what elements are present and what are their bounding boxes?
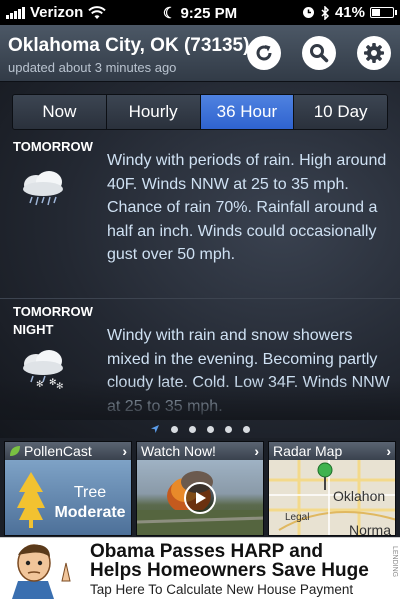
tab-hourly[interactable]: Hourly — [106, 95, 201, 129]
ad-tag: LENDING — [391, 546, 398, 578]
radar-map-preview: Oklahon Norma Legal — [269, 460, 395, 535]
forecast-period-label: TOMORROW — [13, 138, 93, 156]
wifi-icon — [88, 5, 107, 19]
ad-headline-line1: Obama Passes HARP and — [90, 541, 324, 562]
signal-bars-icon — [6, 6, 25, 19]
battery-fill — [372, 9, 381, 16]
tab-10-day[interactable]: 10 Day — [294, 95, 387, 129]
play-icon — [196, 492, 206, 504]
pollencast-card[interactable]: PollenCast › Tree Moderate — [4, 441, 132, 536]
forecast-divider — [0, 298, 400, 299]
status-right: 41% — [302, 4, 397, 21]
clock-time: 9:25 PM — [180, 4, 238, 22]
alarm-icon — [302, 7, 314, 18]
forecast-item-tomorrow: TOMORROW Windy with periods of rain. Hig… — [0, 138, 400, 288]
forecast-tabs: Now Hourly 36 Hour 10 Day — [12, 94, 388, 130]
status-bar: Verizon ☾ 9:25 PM 41% — [0, 0, 400, 25]
carrier-label: Verizon — [30, 4, 84, 21]
period-label-line1: TOMORROW — [13, 304, 93, 319]
period-label-line1: TOMORROW — [13, 139, 93, 154]
watch-now-card[interactable]: Watch Now! › — [136, 441, 264, 536]
pollencast-body: Tree Moderate — [5, 460, 131, 535]
watch-now-title: Watch Now! — [141, 443, 216, 459]
moon-icon: ☾ — [162, 4, 177, 22]
search-icon — [310, 44, 329, 63]
forecast-period-label: TOMORROW NIGHT — [13, 303, 93, 339]
app-header: Oklahoma City, OK (73135) updated about … — [0, 25, 400, 82]
pollencast-title: PollenCast — [24, 443, 92, 459]
page-dot[interactable] — [225, 425, 232, 433]
forecast-description: Windy with periods of rain. High around … — [107, 152, 387, 263]
map-city-label: Oklahon — [333, 488, 386, 504]
leaf-icon — [10, 446, 20, 456]
page-indicator[interactable] — [0, 424, 400, 434]
map-city-label-2: Norma — [349, 522, 392, 535]
location-title[interactable]: Oklahoma City, OK (73135) — [8, 35, 249, 57]
bluetooth-icon — [321, 5, 330, 20]
refresh-button[interactable] — [247, 36, 281, 70]
map-pin-icon — [317, 462, 333, 490]
video-thumbnail — [137, 460, 263, 535]
battery-icon — [370, 7, 397, 18]
location-arrow-icon — [151, 425, 159, 433]
play-button[interactable] — [184, 482, 216, 514]
tree-icon — [17, 472, 45, 528]
ad-subtext: Tap Here To Calculate New House Payment — [90, 582, 354, 597]
page-dot[interactable] — [171, 425, 178, 433]
page-dot[interactable] — [243, 425, 250, 433]
cartoon-man-icon — [12, 544, 71, 599]
tab-36-hour[interactable]: 36 Hour — [200, 95, 295, 129]
chevron-right-icon: › — [122, 443, 127, 459]
tab-now[interactable]: Now — [13, 95, 107, 129]
radar-map-title: Radar Map — [273, 443, 343, 459]
search-button[interactable] — [302, 36, 336, 70]
radar-map-header: Radar Map › — [269, 442, 395, 460]
pollen-type: Tree — [73, 484, 107, 501]
forecast-list[interactable]: TOMORROW Windy with periods of rain. Hig… — [0, 138, 400, 420]
radar-map-card[interactable]: Radar Map › Oklahon Norma Legal — [268, 441, 396, 536]
watch-now-header: Watch Now! › — [137, 442, 263, 460]
period-label-line2: NIGHT — [13, 322, 54, 337]
status-left: Verizon — [6, 4, 107, 21]
feature-cards: PollenCast › Tree Moderate Watch Now! › — [4, 441, 396, 536]
gear-icon — [364, 43, 384, 63]
pollen-level: Moderate — [54, 504, 126, 521]
chevron-right-icon: › — [254, 443, 259, 459]
scroll-fade — [0, 380, 400, 420]
chevron-right-icon: › — [386, 443, 391, 459]
refresh-icon — [256, 45, 272, 61]
map-legal-link[interactable]: Legal — [285, 512, 309, 523]
ad-banner[interactable]: Obama Passes HARP and Helps Homeowners S… — [0, 537, 400, 600]
battery-percent: 41% — [334, 4, 365, 21]
ad-headline-line2: Helps Homeowners Save Huge — [90, 560, 369, 581]
page-dot[interactable] — [189, 425, 196, 433]
rain-cloud-icon — [23, 171, 63, 206]
pollencast-header: PollenCast › — [5, 442, 131, 460]
page-dot[interactable] — [207, 425, 214, 433]
updated-timestamp: updated about 3 minutes ago — [8, 60, 177, 75]
settings-button[interactable] — [357, 36, 391, 70]
